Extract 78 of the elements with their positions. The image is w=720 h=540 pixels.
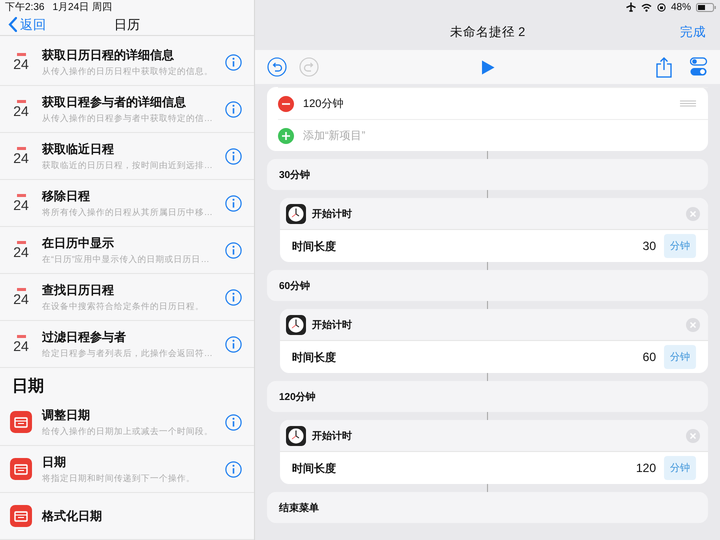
item-description: 给定日程参与者列表后，此操作会返回符… bbox=[42, 348, 214, 360]
item-description: 获取临近的日历日程，按时间由近到远排… bbox=[42, 160, 214, 172]
remove-icon[interactable] bbox=[278, 96, 294, 112]
duration-field[interactable]: 60 bbox=[642, 350, 656, 364]
action-list-item[interactable]: 调整日期 给传入操作的日期加上或减去一个时间段。 bbox=[0, 399, 254, 446]
action-title: 开始计时 bbox=[312, 318, 353, 332]
calendar-app-icon bbox=[10, 411, 32, 433]
item-title: 调整日期 bbox=[42, 406, 91, 424]
item-description: 给传入操作的日期加上或减去一个时间段。 bbox=[42, 426, 214, 438]
item-description: 将所有传入操作的日程从其所属日历中移… bbox=[42, 206, 214, 218]
status-time: 下午2:36 bbox=[5, 1, 44, 14]
clock-icon bbox=[286, 426, 306, 446]
duration-field[interactable]: 30 bbox=[642, 239, 656, 253]
calendar-app-icon bbox=[10, 458, 32, 480]
info-icon[interactable] bbox=[225, 288, 242, 306]
item-title: 查找日历日程 bbox=[42, 282, 115, 299]
action-list-item[interactable]: 日期 将指定日期和时间传递到下一个操作。 bbox=[0, 446, 254, 493]
action-title: 开始计时 bbox=[312, 208, 353, 220]
action-list-item[interactable]: 24 获取日程参与者的详细信息 从传入操作的日程参与者中获取特定的信… bbox=[0, 86, 254, 133]
action-list-item[interactable]: 24 获取日历日程的详细信息 从传入操作的日历日程中获取特定的信息。 bbox=[0, 39, 254, 86]
item-title: 获取日程参与者的详细信息 bbox=[42, 94, 187, 111]
clock-icon bbox=[286, 204, 306, 224]
battery-percent: 48% bbox=[670, 2, 691, 12]
item-description: 将指定日期和时间传递到下一个操作。 bbox=[42, 472, 196, 484]
item-title: 在日历中显示 bbox=[42, 234, 115, 252]
parameter-label: 时间长度 bbox=[292, 240, 337, 254]
item-description: 从传入操作的日程参与者中获取特定的信… bbox=[42, 112, 214, 124]
parameter-label: 时间长度 bbox=[292, 350, 337, 364]
clock-icon bbox=[286, 314, 306, 334]
action-list-item[interactable]: 格式化日期 bbox=[0, 493, 254, 540]
drag-handle-icon[interactable] bbox=[680, 100, 696, 107]
menu-item-label: 120分钟 bbox=[303, 97, 344, 111]
item-description: 在“日历”应用中显示传入的日期或日历日… bbox=[42, 254, 210, 266]
info-icon[interactable] bbox=[225, 242, 242, 258]
item-title: 过滤日程参与者 bbox=[42, 328, 127, 346]
action-title: 开始计时 bbox=[312, 430, 353, 442]
action-list-item[interactable]: 24 在日历中显示 在“日历”应用中显示传入的日期或日历日… bbox=[0, 227, 254, 274]
item-title: 格式化日期 bbox=[42, 508, 103, 524]
action-list-item[interactable]: 24 获取临近日程 获取临近的日历日程，按时间由近到远排… bbox=[0, 133, 254, 180]
chevron-left-icon bbox=[8, 17, 17, 32]
item-description: 在设备中搜索符合给定条件的日历日程。 bbox=[42, 300, 205, 312]
menu-case-block: 60分钟 bbox=[267, 270, 708, 301]
end-menu-block: 结束菜单 bbox=[267, 492, 708, 523]
wifi-icon bbox=[640, 2, 652, 12]
battery-icon bbox=[696, 2, 716, 12]
status-date: 1月24日 周四 bbox=[52, 1, 112, 14]
shortcut-title: 未命名捷径 2 bbox=[450, 24, 526, 40]
item-title: 获取日历日程的详细信息 bbox=[42, 46, 175, 64]
menu-case-block: 120分钟 bbox=[267, 381, 708, 412]
info-icon[interactable] bbox=[225, 414, 242, 430]
parameter-label: 时间长度 bbox=[292, 462, 337, 476]
sidebar-title: 日历 bbox=[113, 16, 141, 34]
airplane-icon bbox=[626, 2, 636, 12]
calendar-app-icon bbox=[10, 505, 32, 527]
toggles-icon[interactable] bbox=[690, 57, 708, 77]
undo-icon[interactable] bbox=[267, 57, 287, 77]
orientation-lock-icon bbox=[656, 2, 666, 12]
add-icon[interactable] bbox=[278, 128, 294, 144]
section-heading: 日期 bbox=[11, 376, 45, 397]
item-title: 移除日程 bbox=[42, 188, 91, 205]
info-icon[interactable] bbox=[225, 54, 242, 70]
item-description: 从传入操作的日历日程中获取特定的信息。 bbox=[42, 66, 214, 78]
action-list-item[interactable]: 24 查找日历日程 在设备中搜索符合给定条件的日历日程。 bbox=[0, 274, 254, 321]
menu-case-block: 30分钟 bbox=[267, 159, 708, 190]
item-title: 日期 bbox=[42, 454, 67, 471]
info-icon[interactable] bbox=[225, 336, 242, 352]
duration-field[interactable]: 120 bbox=[636, 461, 656, 475]
play-icon[interactable] bbox=[480, 60, 494, 74]
info-icon[interactable] bbox=[225, 148, 242, 164]
new-item-field[interactable]: 添加“新项目” bbox=[303, 130, 696, 142]
share-icon[interactable] bbox=[656, 56, 672, 78]
action-list-item[interactable]: 24 移除日程 将所有传入操作的日程从其所属日历中移… bbox=[0, 180, 254, 227]
item-title: 获取临近日程 bbox=[42, 140, 115, 158]
info-icon[interactable] bbox=[225, 100, 242, 118]
back-button[interactable]: 返回 bbox=[8, 16, 46, 34]
action-list-item[interactable]: 24 过滤日程参与者 给定日程参与者列表后，此操作会返回符… bbox=[0, 321, 254, 368]
info-icon[interactable] bbox=[225, 194, 242, 212]
info-icon[interactable] bbox=[225, 460, 242, 478]
